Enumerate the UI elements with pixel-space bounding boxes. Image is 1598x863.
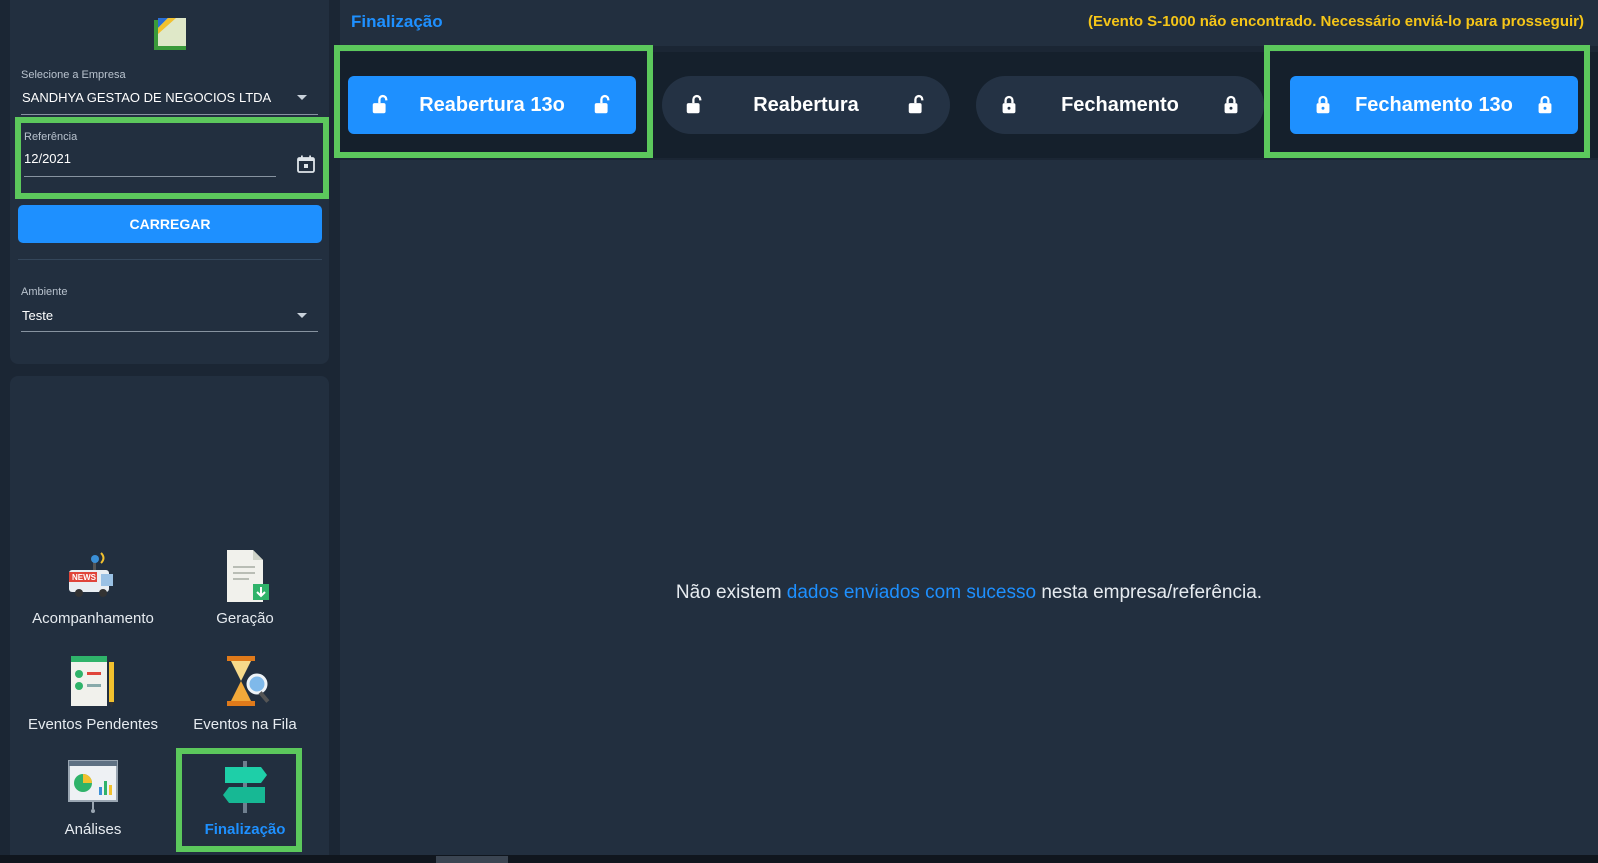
empty-state-message: Não existem dados enviados com sucesso n… <box>340 582 1598 604</box>
empresa-label: Selecione a Empresa <box>21 69 126 81</box>
fechamento-button[interactable]: Fechamento <box>976 76 1264 134</box>
nav-eventos-na-fila[interactable]: Eventos na Fila <box>170 654 320 733</box>
nav-geracao[interactable]: Geração <box>170 548 320 627</box>
empty-state-highlight: dados enviados com sucesso <box>786 582 1037 603</box>
nav-label: Eventos na Fila <box>193 716 297 733</box>
empty-state-text: Não existem <box>675 582 787 603</box>
button-label: Reabertura <box>753 93 859 116</box>
empty-state-text: nesta empresa/referência. <box>1036 582 1263 603</box>
nav-analises[interactable]: Análises <box>18 759 168 838</box>
nav-label: Análises <box>64 821 122 838</box>
lock-icon <box>1002 95 1016 114</box>
warning-message: (Evento S-1000 não encontrado. Necessári… <box>1088 13 1584 30</box>
highlight-box-referencia <box>15 117 329 199</box>
chevron-down-icon[interactable] <box>297 313 307 318</box>
chevron-down-icon[interactable] <box>297 95 307 100</box>
highlight-box-reabertura-13o <box>334 45 653 158</box>
highlight-box-finalizacao <box>176 748 302 852</box>
nav-acompanhamento[interactable]: NEWS Acompanhamento <box>18 548 168 627</box>
empresa-select[interactable]: SANDHYA GESTAO DE NEGOCIOS LTDA <box>22 90 271 105</box>
page-title: Finalização <box>351 12 443 31</box>
ambiente-underline <box>21 331 318 332</box>
carregar-button[interactable]: CARREGAR <box>18 205 322 243</box>
nav-label: Eventos Pendentes <box>27 716 159 733</box>
nav-eventos-pendentes[interactable]: Eventos Pendentes <box>18 654 168 733</box>
news-van-icon: NEWS <box>69 552 113 597</box>
nav-label: Geração <box>216 610 274 627</box>
sidebar-divider <box>18 259 322 260</box>
button-label: Fechamento <box>1061 93 1179 116</box>
svg-text:NEWS: NEWS <box>72 573 97 582</box>
unlock-icon <box>686 94 702 114</box>
hourglass-search-icon <box>227 656 270 706</box>
reabertura-button[interactable]: Reabertura <box>662 76 950 134</box>
nav-label: Acompanhamento <box>32 610 154 627</box>
unlock-icon <box>908 94 924 114</box>
empresa-underline <box>21 114 318 115</box>
scrollbar-thumb[interactable] <box>436 856 508 863</box>
checklist-icon <box>71 656 114 708</box>
horizontal-scrollbar[interactable] <box>0 855 1598 863</box>
highlight-box-fechamento-13o <box>1264 45 1590 158</box>
chart-board-icon <box>68 760 118 813</box>
content-area <box>340 160 1598 863</box>
app-logo-icon <box>154 18 186 50</box>
ambiente-select[interactable]: Teste <box>22 308 53 323</box>
document-download-icon <box>227 550 269 602</box>
lock-icon <box>1224 95 1238 114</box>
ambiente-label: Ambiente <box>21 286 68 298</box>
